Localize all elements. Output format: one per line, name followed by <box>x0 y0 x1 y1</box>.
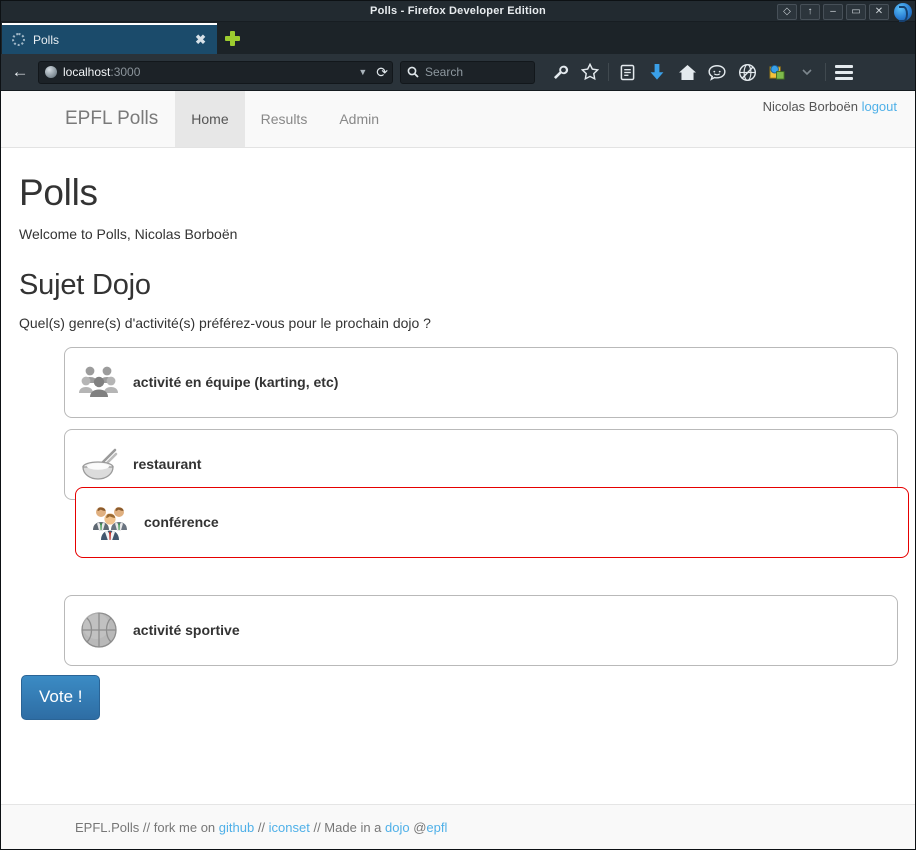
close-icon[interactable]: ✖ <box>192 32 209 48</box>
navigation-toolbar: ← localhost:3000 ▼ ⟳ Search <box>1 54 915 91</box>
group-people-icon <box>79 366 118 398</box>
url-bar[interactable]: localhost:3000 ▼ ⟳ <box>38 60 393 84</box>
poll-option-label: restaurant <box>133 456 202 473</box>
user-name: Nicolas Borboën <box>762 99 858 114</box>
site-navbar: EPFL Polls Home Results Admin Nicolas Bo… <box>1 91 915 148</box>
tab-title: Polls <box>33 32 60 47</box>
poll-option-label: conférence <box>144 514 219 531</box>
logout-link[interactable]: logout <box>862 99 897 114</box>
url-text: localhost:3000 <box>63 65 352 79</box>
poll-option-item[interactable]: activité sportive <box>64 594 898 666</box>
browser-tab[interactable]: Polls ✖ <box>2 23 217 54</box>
plus-icon <box>224 31 240 46</box>
poll-question: Quel(s) genre(s) d'activité(s) préférez-… <box>19 314 431 331</box>
footer-link-epfl[interactable]: epfl <box>426 820 447 835</box>
titlebar-button-maximize[interactable]: ▭ <box>846 4 866 20</box>
toolbar-divider <box>608 63 609 81</box>
nav-item-results[interactable]: Results <box>245 91 324 147</box>
tab-strip: Polls ✖ <box>1 22 915 54</box>
basketball-icon <box>81 612 117 648</box>
app-tile-icon[interactable] <box>763 59 791 85</box>
search-icon <box>407 66 419 78</box>
overflow-chevron-icon[interactable] <box>793 59 821 85</box>
reload-icon[interactable]: ⟳ <box>373 64 388 81</box>
welcome-text: Welcome to Polls, Nicolas Borboën <box>19 225 238 242</box>
bookmark-star-icon[interactable] <box>576 59 604 85</box>
poll-title: Sujet Dojo <box>19 268 151 301</box>
footer-sep-2: // Made in a <box>309 819 386 835</box>
loading-spinner-icon <box>12 33 25 46</box>
footer-text: EPFL.Polls // fork me on github // icons… <box>75 820 447 835</box>
hamburger-menu-icon[interactable] <box>830 59 858 85</box>
titlebar-button-rollup[interactable]: ◇ <box>777 4 797 20</box>
footer-link-iconset[interactable]: iconset <box>269 820 310 835</box>
titlebar-button-close[interactable]: ✕ <box>869 4 889 20</box>
footer-prefix: EPFL.Polls // fork me on <box>75 819 219 835</box>
devtools-wrench-icon[interactable] <box>546 59 574 85</box>
new-tab-button[interactable] <box>217 23 247 54</box>
firefox-logo-icon <box>894 3 912 22</box>
user-area: Nicolas Borboën logout <box>763 99 897 114</box>
poll-options-list: activité en équipe (karting, etc) restau… <box>19 346 909 666</box>
footer-sep-1: // <box>254 819 269 835</box>
chat-bubble-icon[interactable] <box>703 59 731 85</box>
titlebar-button-minimize[interactable]: – <box>823 4 843 20</box>
poll-option-label: activité en équipe (karting, etc) <box>133 374 339 391</box>
title-bar: Polls - Firefox Developer Edition ◇ ↑ – … <box>1 1 915 22</box>
home-icon[interactable] <box>673 59 701 85</box>
nav-item-admin[interactable]: Admin <box>323 91 395 147</box>
footer-sep-3: @ <box>409 819 427 835</box>
poll-option-item-dragging[interactable]: conférence <box>75 486 909 558</box>
window-title: Polls - Firefox Developer Edition <box>370 5 546 17</box>
nav-item-home[interactable]: Home <box>175 91 245 147</box>
site-brand[interactable]: EPFL Polls <box>1 91 175 147</box>
vote-button[interactable]: Vote ! <box>21 674 101 720</box>
toolbar-icon-group <box>546 59 858 85</box>
businesspeople-icon <box>93 507 127 541</box>
rice-bowl-chopsticks-icon <box>82 449 118 480</box>
main-content: Polls Welcome to Polls, Nicolas Borboën … <box>1 148 915 804</box>
search-input[interactable]: Search <box>400 60 535 84</box>
page-viewport: EPFL Polls Home Results Admin Nicolas Bo… <box>1 91 915 849</box>
footer-link-github[interactable]: github <box>219 820 254 835</box>
poll-option-label: activité sportive <box>133 622 240 639</box>
titlebar-button-shade[interactable]: ↑ <box>800 4 820 20</box>
site-footer: EPFL.Polls // fork me on github // icons… <box>1 804 915 849</box>
page-title: Polls <box>19 172 98 213</box>
chevron-down-icon[interactable]: ▼ <box>358 67 367 77</box>
back-button[interactable]: ← <box>9 61 31 83</box>
reader-list-icon[interactable] <box>613 59 641 85</box>
footer-link-dojo[interactable]: dojo <box>385 820 410 835</box>
globe-icon <box>45 66 57 78</box>
globe-pencil-icon[interactable] <box>733 59 761 85</box>
url-port: :3000 <box>110 65 141 79</box>
browser-window: Polls - Firefox Developer Edition ◇ ↑ – … <box>0 0 916 850</box>
window-controls: ◇ ↑ – ▭ ✕ <box>777 3 912 22</box>
search-placeholder: Search <box>425 65 464 79</box>
url-host: localhost <box>63 65 111 79</box>
poll-option-item[interactable]: activité en équipe (karting, etc) <box>64 346 898 418</box>
downloads-icon[interactable] <box>643 59 671 85</box>
toolbar-divider <box>825 63 826 81</box>
